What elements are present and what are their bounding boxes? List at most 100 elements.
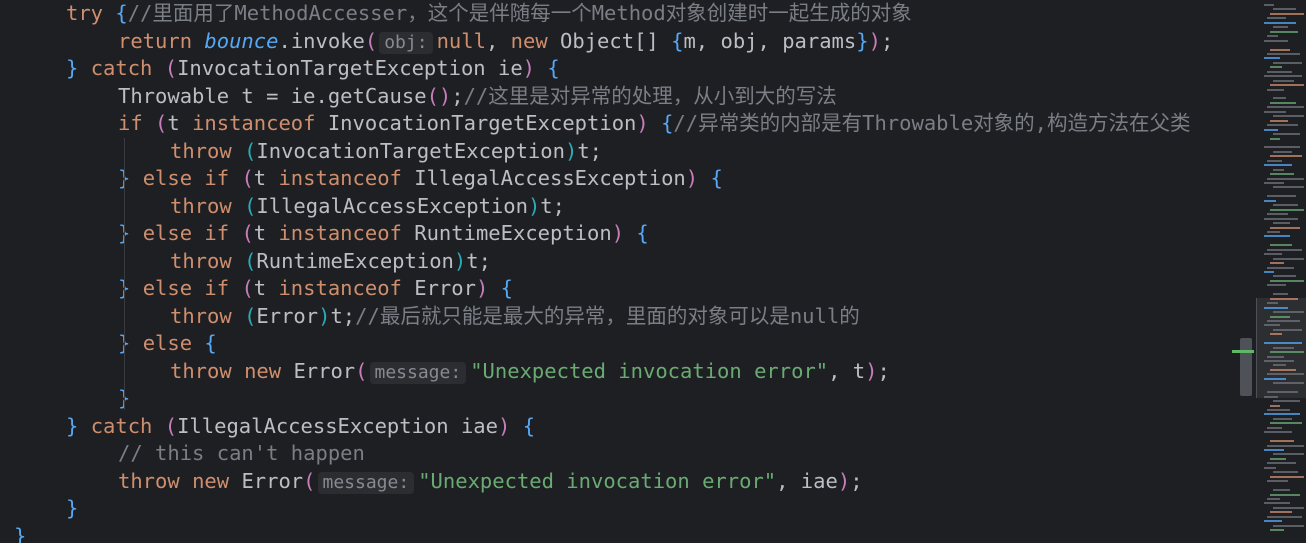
code-token: bounce (204, 28, 279, 53)
minimap-line (1267, 408, 1290, 411)
minimap-line (1270, 30, 1298, 33)
code-token: Error (414, 276, 476, 300)
code-line[interactable]: } catch (IllegalAccessException iae) { (66, 413, 535, 441)
code-minimap[interactable] (1232, 0, 1306, 543)
minimap-line (1267, 444, 1304, 447)
minimap-line (1270, 457, 1286, 460)
code-token: Throwable t = ie.getCause (118, 83, 427, 108)
minimap-line (1270, 137, 1280, 140)
code-token: RuntimeException (256, 248, 454, 273)
code-token: . (278, 28, 291, 53)
code-token: "Unexpected invocation error" (418, 468, 777, 493)
code-line[interactable]: if (t instanceof InvocationTargetExcepti… (118, 110, 1191, 138)
code-token: throw (170, 248, 245, 273)
minimap-line (1264, 377, 1286, 380)
minimap-line (1273, 8, 1296, 11)
minimap-line (1267, 70, 1292, 73)
minimap-line (1273, 506, 1304, 509)
code-token: ( (303, 468, 316, 493)
minimap-line (1264, 306, 1288, 309)
minimap-line (1273, 61, 1302, 64)
code-line[interactable]: } (66, 495, 78, 523)
code-token: ; (880, 28, 894, 53)
code-editor[interactable]: try {//里面用了MethodAccesser，这个是伴随每一个Method… (0, 0, 1256, 543)
code-token: ( (355, 358, 368, 383)
code-token: ) (868, 28, 881, 53)
minimap-line (1267, 497, 1280, 500)
code-token: ( (241, 166, 254, 190)
code-token: ) (611, 221, 637, 245)
code-token: //里面用了MethodAccesser，这个是伴随每一个Method对象创建时… (127, 1, 912, 25)
code-line[interactable]: try {//里面用了MethodAccesser，这个是伴随每一个Method… (66, 0, 912, 28)
code-token: else if (142, 221, 242, 245)
code-token: Error (241, 468, 304, 493)
code-token: ; (451, 83, 464, 108)
minimap-line (1264, 110, 1286, 113)
code-token: t; (330, 303, 356, 328)
minimap-line (1267, 266, 1294, 269)
minimap-line (1270, 66, 1282, 69)
minimap-line (1264, 520, 1282, 523)
code-line[interactable]: } (14, 523, 26, 543)
minimap-line (1264, 4, 1274, 6)
code-token: catch (90, 413, 165, 438)
minimap-line (1273, 417, 1292, 420)
minimap-line (1273, 453, 1304, 456)
minimap-line (1267, 319, 1300, 322)
code-line[interactable]: return bounce.invoke(obj: null, new Objec… (118, 28, 893, 56)
code-line[interactable]: throw (InvocationTargetException)t; (170, 138, 602, 166)
minimap-line (1267, 35, 1278, 38)
code-line[interactable]: throw new Error(message: "Unexpected invo… (170, 358, 890, 386)
code-line[interactable]: Throwable t = ie.getCause();//这里是对异常的处理，… (118, 83, 837, 111)
minimap-line (1264, 253, 1282, 256)
minimap-line (1270, 315, 1290, 318)
code-token: ) (453, 248, 467, 273)
code-token: throw (170, 193, 245, 218)
minimap-line (1267, 106, 1304, 109)
code-line[interactable]: } else { (118, 330, 217, 358)
code-token: ( (244, 138, 257, 163)
code-line[interactable]: throw (RuntimeException)t; (170, 248, 491, 276)
minimap-line (1270, 119, 1288, 122)
minimap-line (1270, 297, 1298, 300)
code-line[interactable]: // this can't happen (118, 440, 365, 468)
code-token: ; (877, 358, 890, 383)
code-token: } (14, 523, 27, 543)
minimap-line (1270, 12, 1304, 15)
code-line[interactable]: throw new Error(message: "Unexpected invo… (118, 468, 863, 496)
code-token: new (192, 468, 242, 493)
code-token: ( (244, 193, 257, 218)
minimap-line (1270, 404, 1280, 407)
code-token: , t (828, 358, 866, 383)
minimap-line (1264, 431, 1292, 434)
code-token: instanceof (192, 111, 328, 135)
code-line[interactable]: } else if (t instanceof IllegalAccessExc… (118, 165, 723, 193)
minimap-line (1270, 440, 1294, 443)
minimap-line (1264, 199, 1276, 202)
code-line[interactable]: } catch (InvocationTargetException ie) { (66, 55, 560, 83)
code-token: } (118, 331, 143, 355)
code-token: //异常类的内部是有Throwable对象的,构造方法在父类 (673, 111, 1191, 135)
minimap-line (1267, 302, 1278, 305)
minimap-line (1270, 333, 1282, 336)
minimap-line (1264, 395, 1278, 398)
code-token: ) (318, 303, 331, 328)
scrollbar-thumb[interactable] (1240, 338, 1252, 396)
code-token: } (856, 28, 869, 53)
minimap-line (1267, 230, 1280, 233)
code-token: InvocationTargetException (256, 138, 565, 163)
code-line[interactable]: } else if (t instanceof RuntimeException… (118, 220, 649, 248)
code-token: instanceof (278, 221, 415, 245)
code-token: { (115, 1, 128, 25)
minimap-line (1270, 279, 1304, 282)
code-token: { (500, 276, 513, 300)
code-token: , iae (776, 468, 838, 493)
code-token: RuntimeException (414, 221, 612, 245)
code-line[interactable]: } else if (t instanceof Error) { (118, 275, 513, 303)
code-line[interactable]: throw (Error)t;//最后就只能是最大的异常，里面的对象可以是nul… (170, 303, 860, 331)
minimap-line (1267, 284, 1286, 287)
code-token: IllegalAccessException iae (177, 413, 498, 438)
minimap-line (1273, 222, 1290, 225)
minimap-line (1264, 182, 1284, 184)
code-line[interactable]: throw (IllegalAccessException)t; (170, 193, 565, 221)
